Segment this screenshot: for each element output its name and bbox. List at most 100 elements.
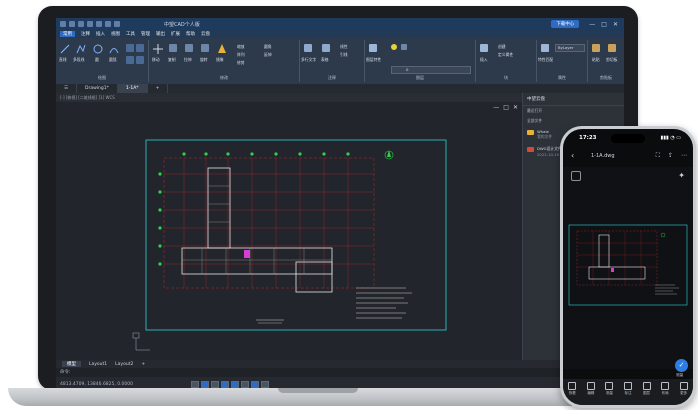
download-center-button[interactable]: 下载中心 — [551, 20, 580, 28]
maximize-icon[interactable]: □ — [601, 21, 607, 28]
menu-help[interactable]: 帮助 — [186, 31, 195, 37]
ortho-toggle-icon[interactable] — [211, 381, 219, 388]
laptop-screen: 中望CAD个人版 下载中心 — □ ✕ 常用 注释 插入 视图 工具 管理 输出… — [56, 18, 624, 392]
more-icon[interactable]: ⋯ — [681, 152, 687, 160]
clipboard-icon[interactable] — [608, 44, 616, 52]
insert-block-icon[interactable] — [480, 44, 488, 52]
match-label: 特性匹配 — [538, 57, 554, 62]
tab-layout1[interactable]: Layout1 — [89, 362, 107, 367]
grid-toggle-icon[interactable] — [201, 381, 209, 388]
linear-dim-label[interactable]: 线性 — [340, 44, 348, 50]
tool-edit[interactable]: 编辑 — [586, 382, 595, 396]
stretch-icon[interactable] — [185, 44, 193, 52]
color-dropdown[interactable]: ByLayer — [555, 44, 585, 52]
menu-home[interactable]: 常用 — [60, 31, 75, 37]
new-icon[interactable] — [69, 21, 75, 27]
arc-icon[interactable] — [109, 44, 119, 54]
axis-bubbles — [158, 152, 350, 266]
layer-properties-icon[interactable] — [369, 44, 377, 52]
hatch-icon[interactable] — [136, 44, 144, 52]
lineweight-toggle-icon[interactable] — [251, 381, 259, 388]
doc-tab-drawing1[interactable]: Drawing1* — [77, 84, 118, 93]
move-icon[interactable] — [153, 44, 163, 54]
add-layout-button[interactable]: + — [141, 362, 145, 367]
menu-extend[interactable]: 扩展 — [171, 31, 180, 37]
table-icon[interactable] — [322, 44, 330, 52]
print-icon[interactable] — [96, 21, 102, 27]
redo-icon[interactable] — [114, 21, 120, 27]
rectangle-icon[interactable] — [126, 44, 134, 52]
copy-label: 复制 — [168, 57, 176, 62]
rotate-icon[interactable] — [201, 44, 209, 52]
tool-more[interactable]: 更多 — [679, 382, 688, 396]
all-files-item[interactable]: 全部文件 — [523, 116, 624, 126]
polyline-icon[interactable] — [76, 44, 86, 54]
drawing-canvas[interactable]: — □ ✕ — [56, 102, 522, 360]
coordinates-readout: 4813.4709, 13846.6825, 0.0000 — [60, 382, 133, 387]
trim-label[interactable]: 修剪 — [237, 60, 245, 66]
cloud-file-subtitle: 我的文件 — [537, 134, 553, 139]
menu-tools[interactable]: 工具 — [126, 31, 135, 37]
layer-dropdown-value: 0 — [406, 67, 409, 72]
window-title: 中望CAD个人版 — [164, 21, 200, 28]
ribbon: 直线 多段线 圆 圆弧 绘图 移动 复制 拉伸 旋转 镜像 缩放 阵列 修剪 圆… — [56, 38, 624, 85]
layer-dropdown[interactable]: 0 — [391, 66, 471, 74]
menu-cloud[interactable]: 云盘 — [201, 31, 210, 37]
line-icon[interactable] — [60, 44, 70, 54]
phone-status-bar: 17:23 ▮▮▮ ◔ ▭ — [563, 134, 693, 143]
paste-icon[interactable] — [592, 44, 600, 52]
tool-measure[interactable]: 测量 — [605, 382, 614, 396]
viewport-label[interactable]: [-] [俯视] [二维线框] [1] WCS — [60, 95, 115, 101]
define-attribute-label[interactable]: 定义属性 — [498, 52, 513, 58]
array-label[interactable]: 阵列 — [237, 52, 245, 58]
open-icon[interactable] — [78, 21, 84, 27]
menu-output[interactable]: 输出 — [156, 31, 165, 37]
snap-toggle-icon[interactable] — [191, 381, 199, 388]
extend-label[interactable]: 延伸 — [264, 52, 272, 58]
menu-view[interactable]: 视图 — [111, 31, 120, 37]
tool-quickview[interactable]: 快看 — [568, 382, 577, 396]
tab-layout2[interactable]: Layout2 — [115, 362, 133, 367]
mirror-icon[interactable] — [217, 44, 227, 54]
dyn-toggle-icon[interactable] — [261, 381, 269, 388]
share-icon[interactable]: ⇪ — [668, 152, 673, 160]
match-properties-icon[interactable] — [541, 44, 549, 52]
tool-layout[interactable]: 布局 — [661, 382, 670, 396]
close-icon[interactable]: ✕ — [613, 21, 618, 28]
undo-icon[interactable] — [105, 21, 111, 27]
otrack-toggle-icon[interactable] — [241, 381, 249, 388]
doc-tab-1-1a[interactable]: 1-1A* — [117, 84, 148, 93]
command-line[interactable]: 命令: — [56, 368, 624, 377]
tool-dimension[interactable]: 标注 — [623, 382, 632, 396]
create-block-label[interactable]: 创建 — [498, 44, 506, 50]
layout-icon — [661, 382, 670, 390]
leader-label[interactable]: 引线 — [340, 52, 348, 58]
back-icon[interactable]: ‹ — [571, 152, 574, 160]
ellipse-icon[interactable] — [126, 56, 134, 64]
fullscreen-icon[interactable]: ⛶ — [656, 152, 660, 160]
phone-nav-tools: ⛶ ⇪ ⋯ — [656, 152, 687, 160]
osnap-toggle-icon[interactable] — [231, 381, 239, 388]
scale-label[interactable]: 缩放 — [237, 44, 245, 50]
layer-lock-icon[interactable] — [401, 44, 407, 50]
circle-icon[interactable] — [93, 44, 103, 54]
tool-layers[interactable]: 图层 — [642, 382, 651, 396]
polar-toggle-icon[interactable] — [221, 381, 229, 388]
point-icon[interactable] — [136, 56, 144, 64]
new-tab-icon[interactable]: + — [148, 84, 169, 93]
quickview-icon — [568, 382, 577, 390]
layer-on-icon[interactable] — [391, 44, 397, 50]
fillet-label[interactable]: 圆角 — [264, 44, 272, 50]
measure-fab-button[interactable]: ✓ — [675, 359, 688, 372]
save-icon[interactable] — [87, 21, 93, 27]
minimize-icon[interactable]: — — [589, 21, 595, 28]
phone-drawing-canvas[interactable]: ✦ — [563, 167, 693, 369]
menu-manage[interactable]: 管理 — [141, 31, 150, 37]
recent-files-item[interactable]: 最近打开 — [523, 106, 624, 116]
menu-insert[interactable]: 插入 — [96, 31, 105, 37]
tab-model[interactable]: 模型 — [62, 361, 81, 367]
menu-toggle-icon[interactable]: ☰ — [56, 84, 78, 93]
multiline-text-icon[interactable] — [304, 44, 312, 52]
menu-annotate[interactable]: 注释 — [81, 31, 90, 37]
copy-icon[interactable] — [169, 44, 177, 52]
